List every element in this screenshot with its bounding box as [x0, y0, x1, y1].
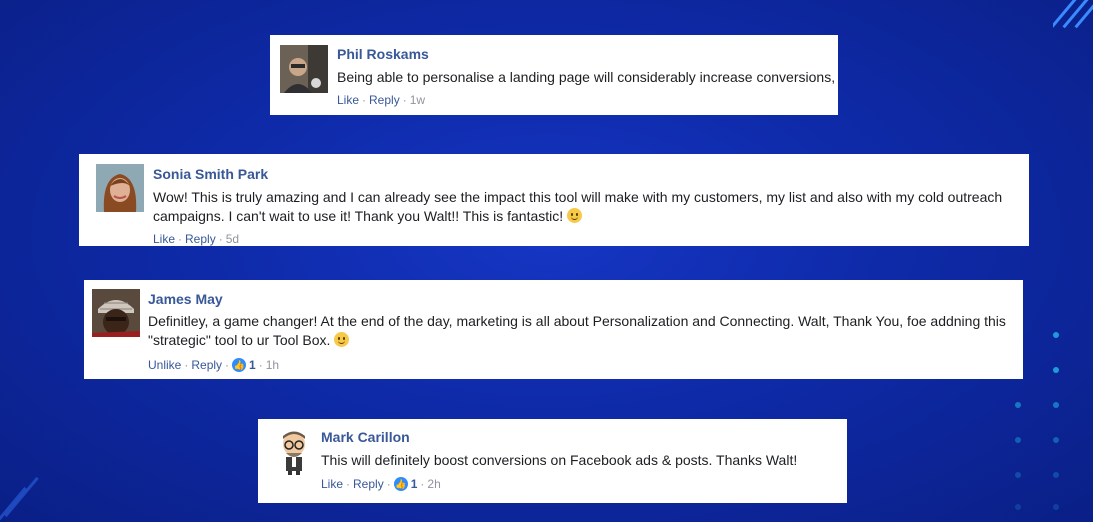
- comment-card: James May Definitley, a game changer! At…: [84, 280, 1023, 379]
- reply-link[interactable]: Reply: [185, 232, 216, 246]
- decorative-stripes: [1053, 0, 1093, 30]
- comment-text: Definitley, a game changer! At the end o…: [148, 312, 1018, 350]
- comment-card: Mark Carillon This will definitely boost…: [258, 419, 847, 503]
- comment-card: Phil Roskams Being able to personalise a…: [270, 35, 838, 115]
- separator: ·: [184, 358, 189, 372]
- comment-text-body: Definitley, a game changer! At the end o…: [148, 313, 1006, 348]
- separator: ·: [386, 477, 391, 491]
- comment-text: This will definitely boost conversions o…: [321, 452, 798, 468]
- thumbs-up-icon[interactable]: 👍: [232, 358, 247, 372]
- avatar[interactable]: [92, 289, 140, 337]
- timestamp[interactable]: 1h: [266, 358, 279, 372]
- timestamp[interactable]: 1w: [410, 93, 425, 107]
- separator: ·: [402, 93, 407, 107]
- comment-text: Being able to personalise a landing page…: [337, 69, 836, 85]
- like-count[interactable]: 1: [249, 358, 256, 372]
- reply-link[interactable]: Reply: [369, 93, 400, 107]
- thumbs-up-icon[interactable]: 👍: [393, 477, 408, 491]
- smile-emoji-icon: [567, 208, 583, 223]
- separator: ·: [346, 477, 351, 491]
- comment-actions: Like · Reply · 5d: [153, 232, 239, 246]
- avatar[interactable]: [96, 164, 144, 212]
- like-link[interactable]: Like: [337, 93, 359, 107]
- reply-link[interactable]: Reply: [353, 477, 384, 491]
- timestamp[interactable]: 5d: [226, 232, 239, 246]
- commenter-name[interactable]: Mark Carillon: [321, 429, 410, 445]
- commenter-name[interactable]: Phil Roskams: [337, 46, 429, 62]
- like-link[interactable]: Like: [153, 232, 175, 246]
- comment-text: Wow! This is truly amazing and I can alr…: [153, 188, 1023, 226]
- comment-card: Sonia Smith Park Wow! This is truly amaz…: [79, 154, 1029, 246]
- separator: ·: [225, 358, 230, 372]
- separator: ·: [362, 93, 367, 107]
- reply-link[interactable]: Reply: [191, 358, 222, 372]
- avatar[interactable]: [280, 45, 328, 93]
- smile-emoji-icon: [334, 332, 350, 347]
- decorative-stripes-left: [0, 442, 40, 522]
- unlike-link[interactable]: Unlike: [148, 358, 181, 372]
- comment-actions: Like · Reply · 👍 1 · 2h: [321, 477, 441, 491]
- avatar[interactable]: [270, 427, 318, 475]
- like-count[interactable]: 1: [411, 477, 418, 491]
- commenter-name[interactable]: Sonia Smith Park: [153, 166, 268, 182]
- like-link[interactable]: Like: [321, 477, 343, 491]
- separator: ·: [420, 477, 425, 491]
- separator: ·: [258, 358, 263, 372]
- separator: ·: [178, 232, 183, 246]
- comment-actions: Unlike · Reply · 👍 1 · 1h: [148, 358, 279, 372]
- timestamp[interactable]: 2h: [427, 477, 440, 491]
- comment-actions: Like · Reply · 1w: [337, 93, 425, 107]
- separator: ·: [218, 232, 223, 246]
- commenter-name[interactable]: James May: [148, 291, 223, 307]
